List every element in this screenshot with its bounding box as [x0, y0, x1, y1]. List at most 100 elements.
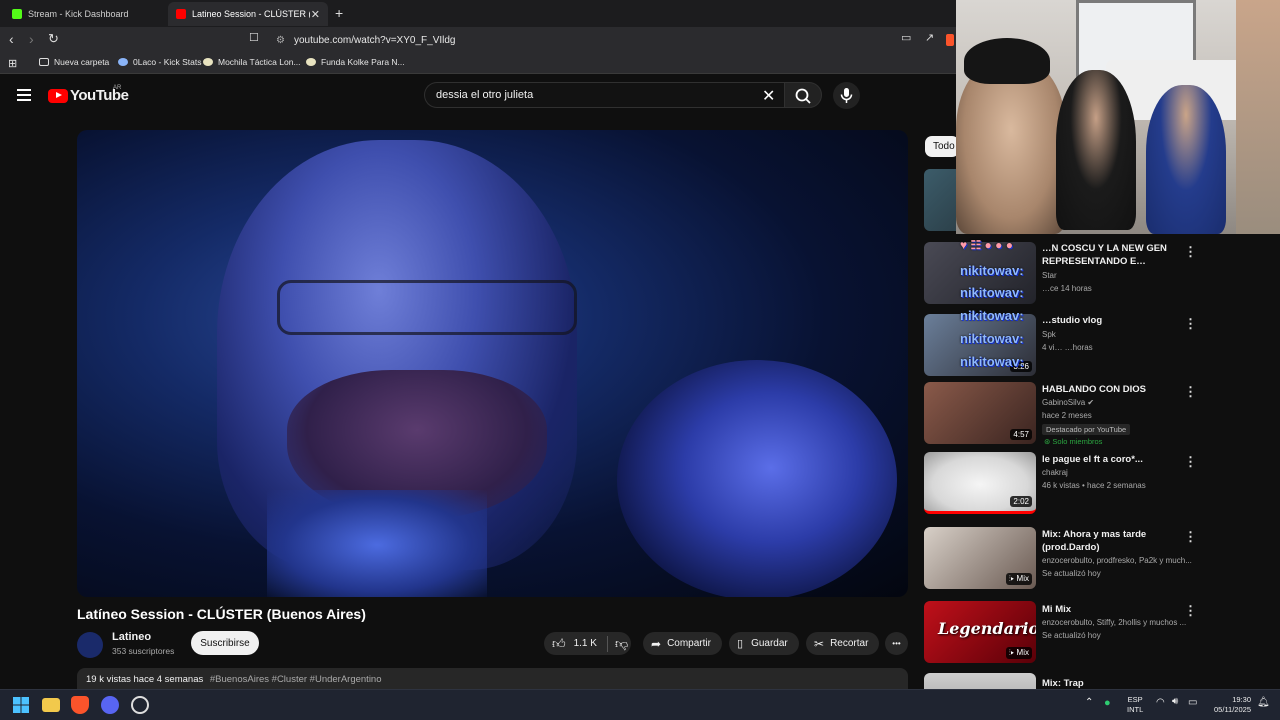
share-page-icon[interactable]: ↗ [925, 31, 934, 44]
like-dislike-group: 👍︎ 1.1 K 👎︎ [544, 632, 631, 655]
tray-nvidia-icon[interactable]: ● [1104, 697, 1111, 709]
language-indicator[interactable]: ESP INTL [1127, 695, 1143, 715]
members-icon: ⊛ [1044, 437, 1051, 446]
recommendation-meta: Se actualizó hoy [1042, 631, 1101, 640]
clock[interactable]: 19:30 05/11/2025 [1205, 695, 1251, 715]
verified-icon: ✔ [1087, 398, 1095, 407]
video-title: Latíneo Session - CLÚSTER (Buenos Aires) [77, 606, 366, 622]
person-4 [1236, 0, 1280, 234]
tray-chevron-icon[interactable]: ⌃ [1085, 697, 1093, 708]
apps-grid-icon[interactable]: ⊞ [8, 57, 17, 70]
battery-icon[interactable]: ▭ [1188, 697, 1197, 708]
recommendation-title: Mix: Trap [1042, 678, 1084, 689]
menu-icon[interactable] [17, 89, 31, 101]
bookmark-item[interactable]: Funda Kolke Para N... [306, 57, 405, 67]
discord-icon[interactable] [101, 696, 119, 714]
channel-name[interactable]: Latineo [112, 631, 151, 643]
bookmark-item[interactable]: Mochila Táctica Lon... [203, 57, 301, 67]
mix-thumbnail[interactable] [924, 673, 1036, 689]
reload-icon[interactable]: ↻ [48, 31, 59, 47]
video-description[interactable]: 19 k vistas hace 4 semanas #BuenosAires … [77, 668, 908, 690]
duration-badge: 2:02 [1010, 496, 1032, 507]
dislike-icon[interactable]: 👎︎ [615, 636, 628, 652]
channel-avatar[interactable] [77, 632, 103, 658]
bookmark-icon[interactable]: ☐ [249, 31, 259, 44]
save-icon: ▯ [737, 638, 744, 650]
share-button[interactable]: ➦ Compartir [643, 632, 722, 655]
tab-label: Stream - Kick Dashboard [28, 9, 129, 19]
obs-icon[interactable] [131, 696, 149, 714]
recommendation-meta: hace 2 meses [1042, 411, 1092, 420]
wifi-icon[interactable]: ◠ [1156, 697, 1165, 708]
more-actions-button[interactable]: ••• [885, 632, 908, 655]
recommendation-item[interactable]: Legendario ⫶▸ Mix Mi Mix enzocerobulto, … [924, 601, 1197, 663]
cast-icon[interactable]: ▭ [901, 31, 911, 44]
file-explorer-icon[interactable] [42, 698, 60, 712]
more-vert-icon[interactable]: ⋮ [1184, 316, 1197, 332]
tab-youtube-video[interactable]: Latineo Session - CLÚSTER (Buen ✕ [168, 2, 328, 26]
globe-icon [118, 58, 128, 66]
search-button[interactable] [784, 82, 822, 108]
more-vert-icon[interactable]: ⋮ [1184, 603, 1197, 619]
recommendation-item[interactable]: 2:02 le pague el ft a coro*... chakraj 4… [924, 452, 1197, 514]
address-bar[interactable]: ⚙ youtube.com/watch?v=XY0_F_VIldg [266, 30, 956, 50]
featured-badge: Destacado por YouTube [1042, 424, 1131, 435]
windows-start-icon[interactable] [12, 696, 30, 714]
url-text: youtube.com/watch?v=XY0_F_VIldg [294, 34, 456, 46]
recommendation-item[interactable]: Mix: Trap [924, 673, 1194, 689]
mercadolibre-icon [203, 58, 213, 66]
mix-thumbnail[interactable]: ⫶▸ Mix [924, 527, 1036, 589]
video-frame-glasses [277, 280, 577, 335]
more-vert-icon[interactable]: ⋮ [1184, 454, 1197, 470]
voice-search-button[interactable] [833, 82, 860, 109]
playlist-icon: ⫶▸ [1008, 648, 1015, 657]
brave-browser-icon[interactable] [71, 696, 89, 714]
clip-button[interactable]: ✂ Recortar [806, 632, 879, 655]
mix-badge: ⫶▸ Mix [1005, 573, 1032, 585]
chat-message: nikitowav: [960, 331, 1024, 346]
search-value: dessia el otro julieta [436, 89, 534, 101]
recommendation-item[interactable]: ⫶▸ Mix Mix: Ahora y mas tarde (prod.Dard… [924, 527, 1197, 589]
folder-icon [39, 58, 49, 66]
video-thumbnail[interactable]: 2:02 [924, 452, 1036, 514]
thumbnail-text: Legendario [938, 619, 1036, 638]
recommendation-channel: enzocerobulto, Stiffy, 2hollis y muchos … [1042, 618, 1187, 627]
chip-all[interactable]: Todo [925, 136, 959, 157]
close-tab-icon[interactable]: ✕ [311, 8, 320, 21]
new-tab-button[interactable]: + [335, 5, 343, 21]
save-button[interactable]: ▯ Guardar [729, 632, 799, 655]
brave-shield-icon[interactable] [946, 34, 954, 46]
chat-message: nikitowav: [960, 354, 1024, 369]
search-input[interactable]: dessia el otro julieta [424, 82, 784, 108]
subscribe-button[interactable]: Suscribirse [191, 631, 259, 655]
duration-badge: 4:57 [1010, 429, 1032, 440]
hashtags[interactable]: #BuenosAires #Cluster #UnderArgentino [210, 674, 382, 685]
search-icon [795, 88, 811, 104]
recommendation-title: …studio vlog [1042, 315, 1103, 326]
back-icon[interactable]: ‹ [9, 31, 14, 47]
forward-icon[interactable]: › [29, 31, 34, 47]
windows-taskbar: ⌃ ● ESP INTL ◠ 🔊︎ ▭ 19:30 05/11/2025 🔔︎ [0, 689, 1280, 720]
like-icon[interactable]: 👍︎ [552, 636, 566, 652]
notifications-icon[interactable]: 🔔︎ [1257, 697, 1270, 708]
like-count[interactable]: 1.1 K [574, 638, 597, 649]
tab-kick-dashboard[interactable]: Stream - Kick Dashboard [4, 2, 166, 26]
bookmark-item[interactable]: 0Laco - Kick Stats [118, 57, 202, 67]
mix-badge: ⫶▸ Mix [1005, 647, 1032, 659]
share-icon: ➦ [651, 636, 662, 651]
recommendation-item[interactable]: 4:57 HABLANDO CON DIOS GabinoSilva ✔ hac… [924, 382, 1197, 446]
video-thumbnail[interactable]: 4:57 [924, 382, 1036, 444]
playlist-icon: ⫶▸ [1008, 574, 1015, 583]
video-player[interactable] [77, 130, 908, 597]
views-time: 19 k vistas hace 4 semanas [86, 674, 204, 685]
more-vert-icon[interactable]: ⋮ [1184, 244, 1197, 260]
recommendation-channel: Star [1042, 271, 1057, 280]
more-vert-icon[interactable]: ⋮ [1184, 529, 1197, 545]
divider [606, 635, 608, 652]
volume-icon[interactable]: 🔊︎ [1172, 696, 1178, 707]
clear-search-icon[interactable]: ✕ [762, 86, 775, 106]
mix-thumbnail[interactable]: Legendario ⫶▸ Mix [924, 601, 1036, 663]
more-vert-icon[interactable]: ⋮ [1184, 384, 1197, 400]
bookmark-folder[interactable]: Nueva carpeta [39, 57, 109, 67]
site-info-icon[interactable]: ⚙ [276, 35, 285, 46]
